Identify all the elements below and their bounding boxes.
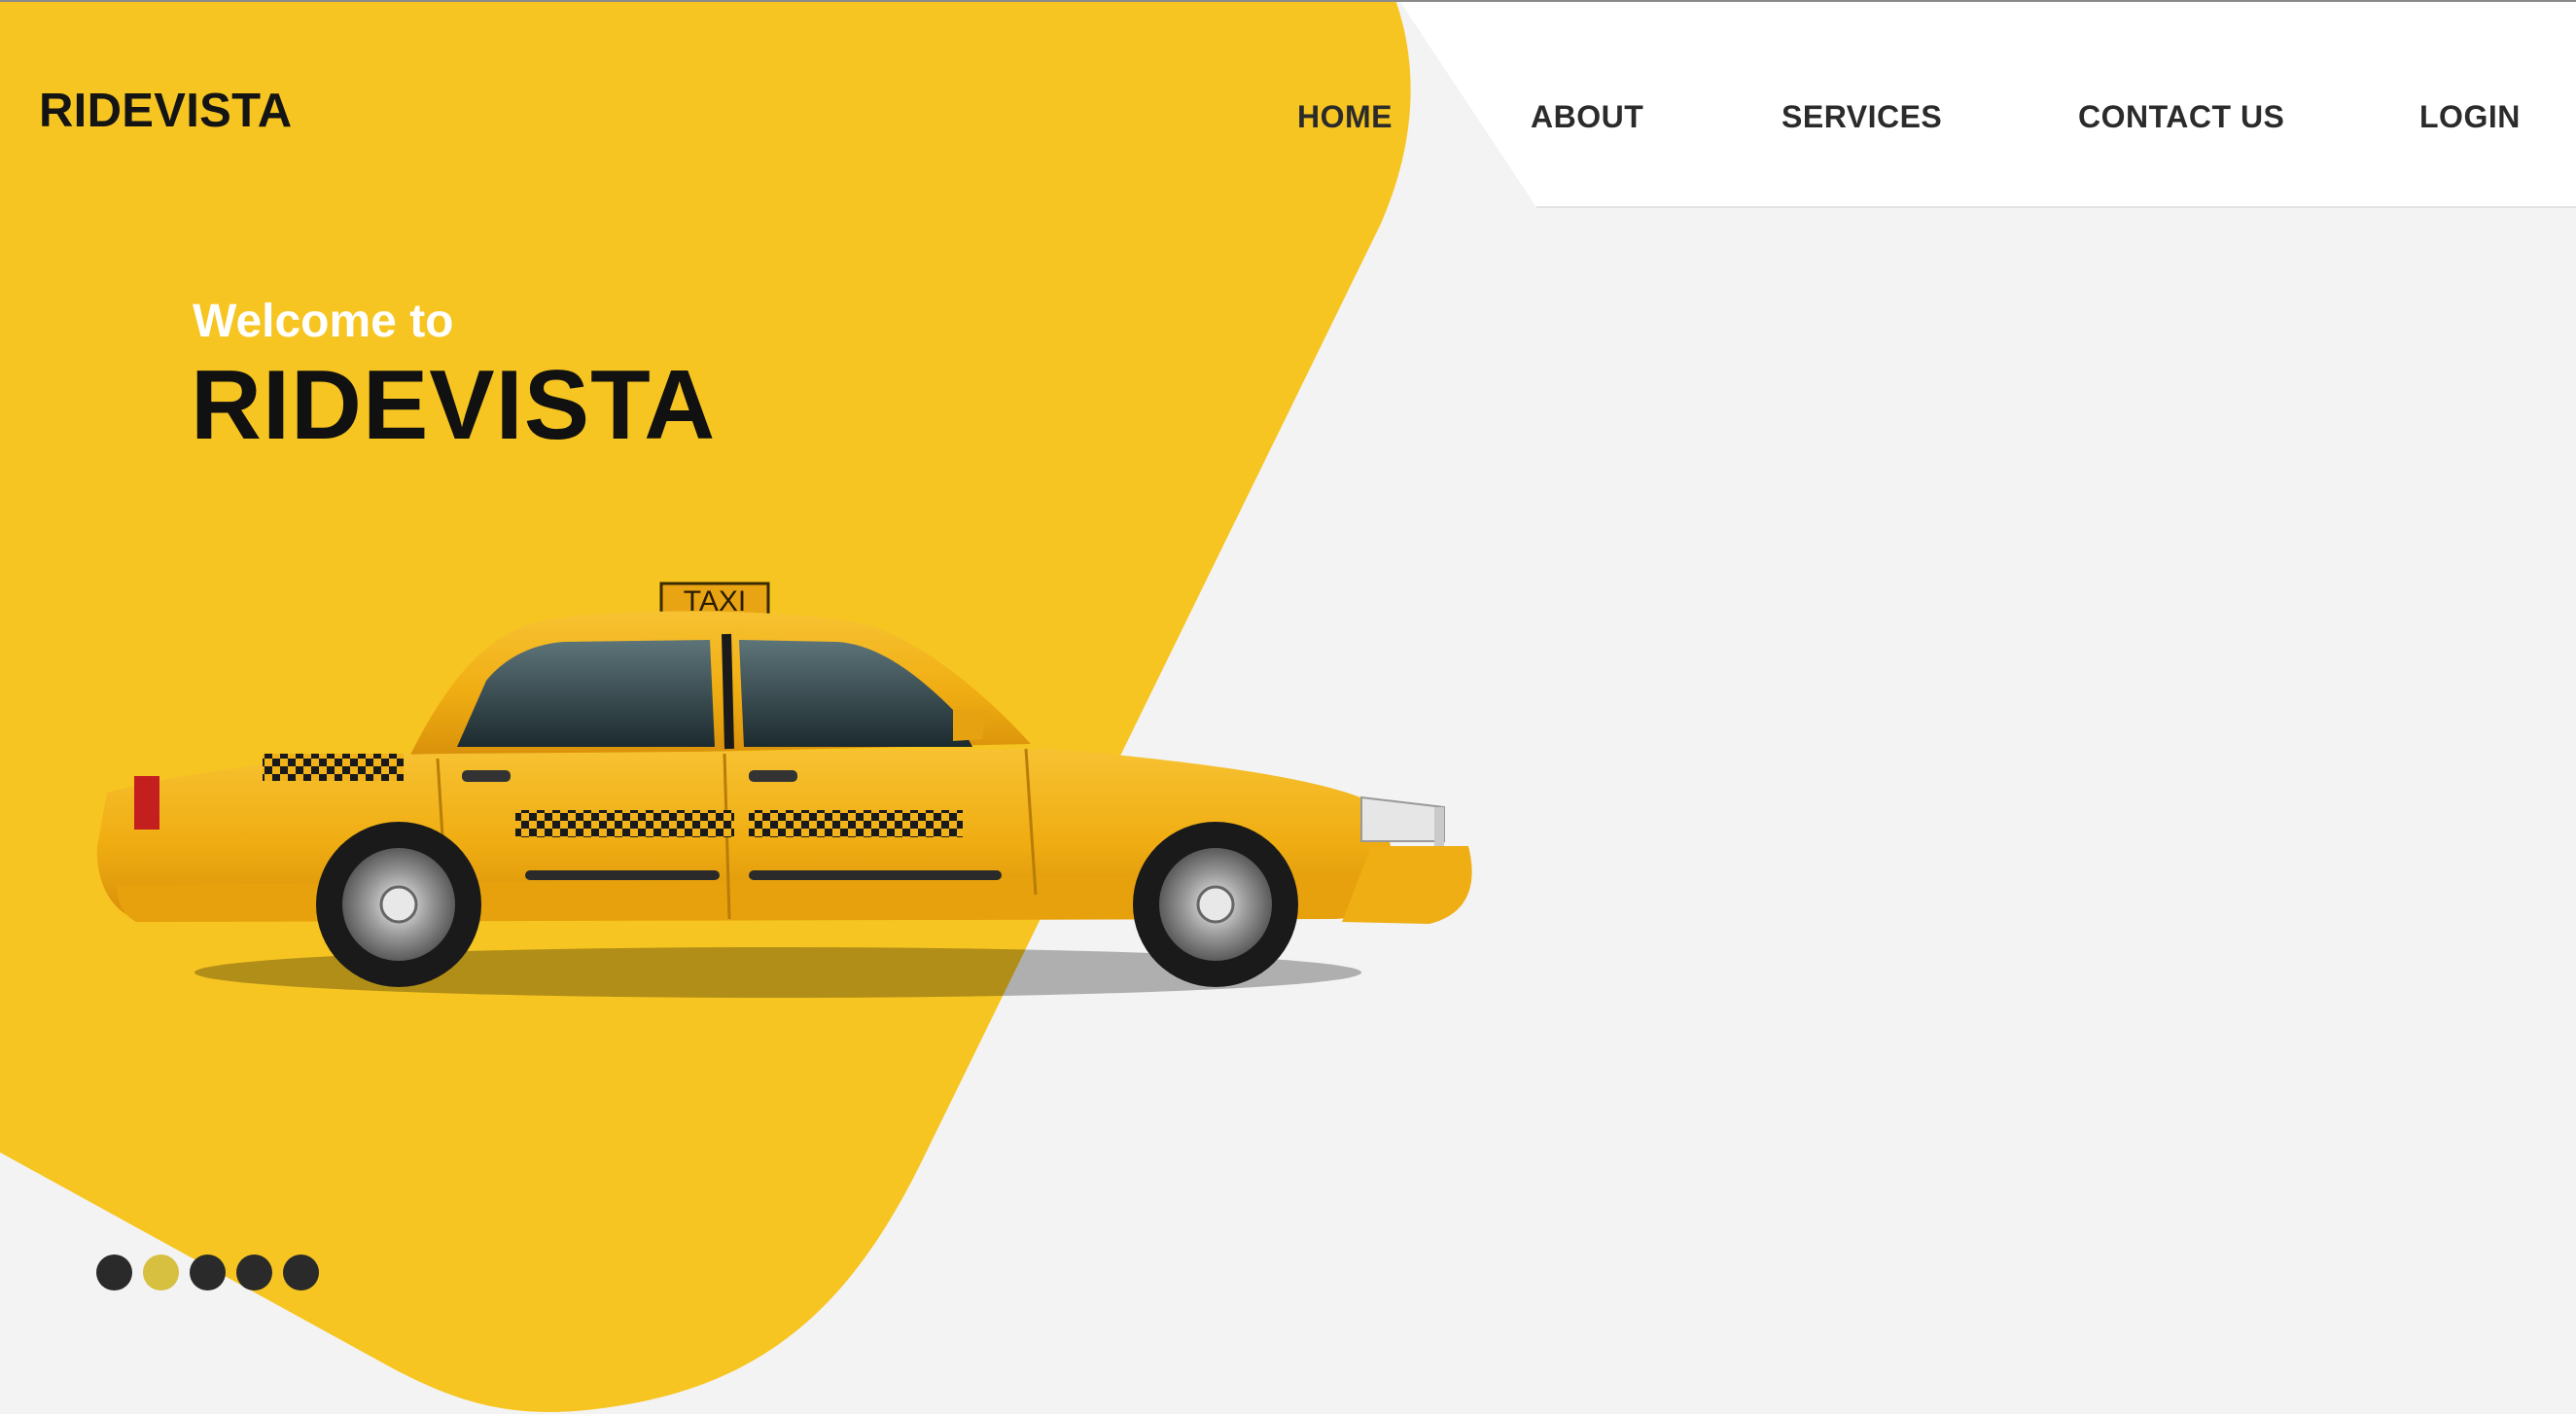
top-border [0, 0, 2576, 2]
nav-login-link[interactable]: LOGIN [2419, 99, 2521, 135]
hero-welcome-text: Welcome to [193, 296, 454, 347]
carousel-dot-3[interactable] [190, 1255, 226, 1290]
hero-title: RIDEVISTA [191, 351, 717, 460]
carousel-dot-5[interactable] [283, 1255, 319, 1290]
carousel-dot-4[interactable] [236, 1255, 272, 1290]
nav-home-link[interactable]: HOME [1297, 99, 1393, 135]
carousel-dot-1[interactable] [96, 1255, 132, 1290]
carousel-dot-2[interactable] [143, 1255, 179, 1290]
taxi-car-illustration: TAXI [96, 582, 1472, 998]
nav-about-link[interactable]: ABOUT [1531, 99, 1643, 135]
brand-logo[interactable]: RIDEVISTA [39, 84, 292, 138]
nav-services-link[interactable]: SERVICES [1782, 99, 1942, 135]
nav-contact-link[interactable]: CONTACT US [2078, 99, 2284, 135]
